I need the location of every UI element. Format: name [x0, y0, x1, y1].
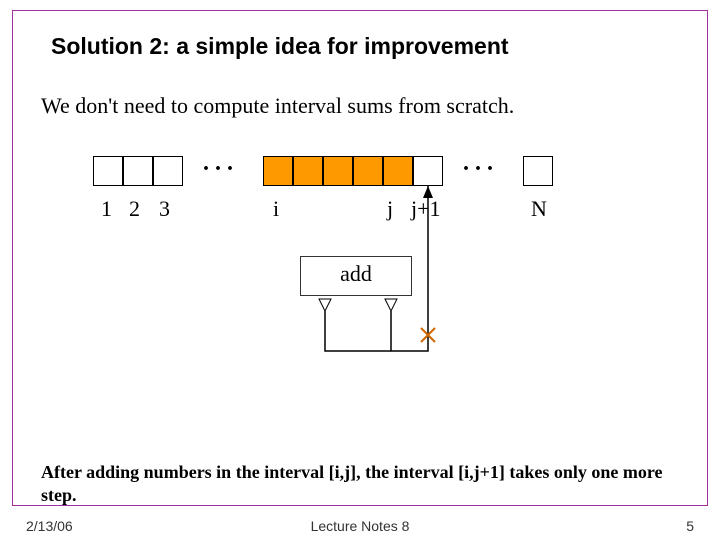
cross-1	[421, 328, 435, 342]
arrow-head-left	[319, 299, 331, 311]
label-j: j	[387, 196, 393, 222]
label-i: i	[273, 196, 279, 222]
footer: 2/13/06 Lecture Notes 8 5	[0, 512, 720, 534]
cell-j	[383, 156, 413, 186]
arrow-loop	[325, 311, 391, 351]
dots-left: . . .	[203, 150, 233, 177]
cell-mid2	[323, 156, 353, 186]
cell-mid3	[353, 156, 383, 186]
label-jp1: j+1	[411, 196, 441, 222]
slide-frame: Solution 2: a simple idea for improvemen…	[12, 10, 708, 506]
cell-2	[123, 156, 153, 186]
label-1: 1	[101, 196, 112, 222]
dots-right: . . .	[463, 150, 493, 177]
cell-1	[93, 156, 123, 186]
slide-title: Solution 2: a simple idea for improvemen…	[51, 33, 509, 60]
arrow-head-right	[385, 299, 397, 311]
footer-center: Lecture Notes 8	[0, 518, 720, 534]
cell-i	[263, 156, 293, 186]
cell-3	[153, 156, 183, 186]
cell-mid1	[293, 156, 323, 186]
label-3: 3	[159, 196, 170, 222]
label-N: N	[531, 196, 547, 222]
cell-jp1	[413, 156, 443, 186]
cross-2	[421, 328, 435, 342]
cell-N	[523, 156, 553, 186]
label-2: 2	[129, 196, 140, 222]
diagram: . . . . . . 1 2 3 i j j+1 N add	[93, 156, 653, 376]
conclusion-text: After adding numbers in the interval [i,…	[41, 461, 679, 506]
footer-page: 5	[686, 518, 694, 534]
intro-text: We don't need to compute interval sums f…	[41, 93, 514, 119]
add-box: add	[300, 256, 412, 296]
